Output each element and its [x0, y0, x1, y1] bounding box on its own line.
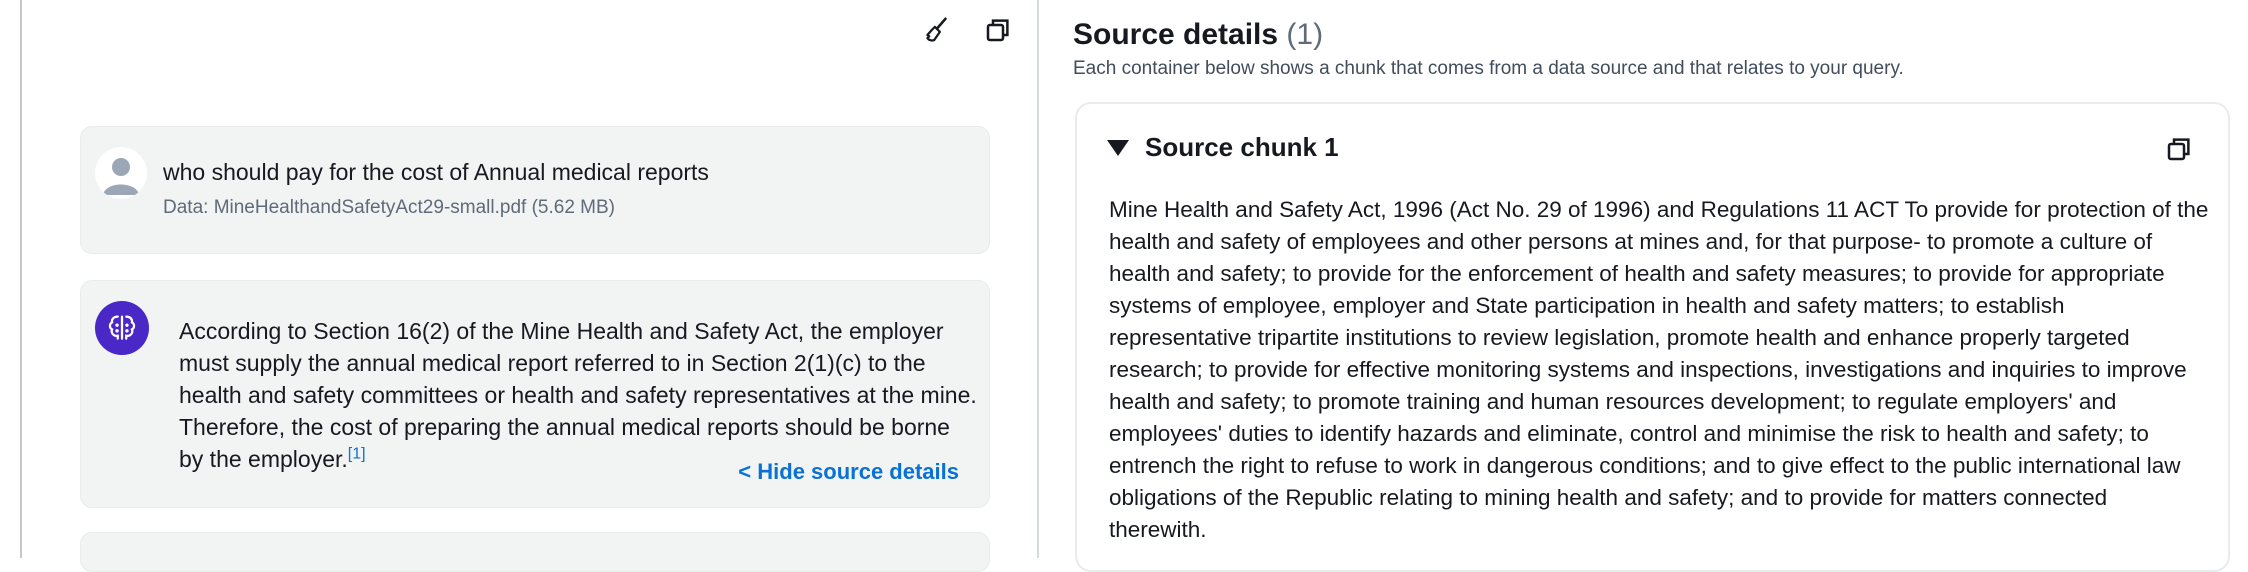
caret-down-icon: [1107, 139, 1129, 156]
source-details-pane: Source details (1) Each container below …: [1039, 0, 2248, 572]
source-details-title-text: Source details: [1073, 18, 1279, 51]
broom-icon: [926, 17, 947, 42]
source-details-count: (1): [1286, 18, 1324, 51]
source-chunk-title: Source chunk 1: [1145, 132, 1339, 162]
source-details-subtitle: Each container below shows a chunk that …: [1073, 58, 1904, 79]
assistant-answer-text: According to Section 16(2) of the Mine H…: [179, 318, 977, 472]
source-chunk-text: Mine Health and Safety Act, 1996 (Act No…: [1109, 197, 2209, 542]
data-source-label: Data: MineHealthandSafetyAct29-small.pdf…: [163, 197, 615, 218]
user-avatar: [95, 147, 147, 199]
source-chunk-card: Source chunk 1 Mine Health and Safety Ac…: [1075, 102, 2230, 572]
assistant-avatar: [95, 301, 149, 355]
source-chunk-toggle[interactable]: Source chunk 1: [1107, 132, 1339, 163]
next-message-card: [80, 532, 990, 572]
left-panel-edge: [0, 0, 22, 558]
assistant-message-card: According to Section 16(2) of the Mine H…: [80, 280, 990, 508]
copy-chunk-button[interactable]: [2164, 134, 2194, 164]
brain-icon: [108, 315, 136, 340]
copy-conversation-button[interactable]: [982, 14, 1014, 46]
hide-source-details-link[interactable]: < Hide source details: [738, 459, 959, 485]
citation-link[interactable]: [1]: [348, 445, 366, 462]
assistant-answer: According to Section 16(2) of the Mine H…: [179, 315, 979, 475]
user-query-text: who should pay for the cost of Annual me…: [163, 159, 709, 185]
chat-pane: who should pay for the cost of Annual me…: [22, 0, 1037, 572]
source-details-title: Source details (1): [1073, 18, 1323, 52]
copy-icon: [2167, 138, 2190, 161]
user-avatar-icon: [95, 147, 147, 199]
clear-chat-button[interactable]: [922, 14, 954, 46]
user-message-card: who should pay for the cost of Annual me…: [80, 126, 990, 254]
copy-icon: [986, 19, 1009, 42]
